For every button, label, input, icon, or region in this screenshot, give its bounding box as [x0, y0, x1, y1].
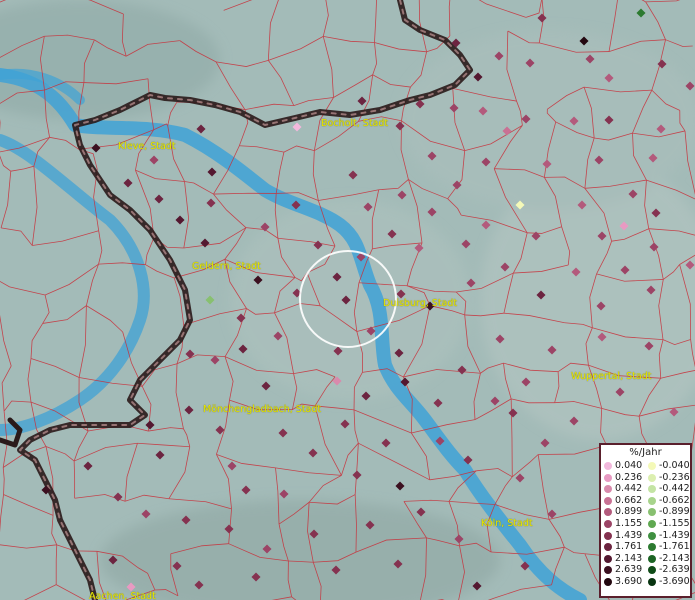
legend-swatch-negative — [648, 566, 656, 575]
map-canvas[interactable] — [0, 0, 695, 600]
legend-value-positive: 0.899 — [615, 506, 643, 518]
legend-swatch-positive — [604, 577, 612, 586]
legend-row: 1.439 -1.439 — [601, 530, 690, 542]
legend-value-negative: -1.155 — [659, 517, 690, 529]
legend-value-positive: 0.236 — [615, 471, 643, 483]
legend-swatch-positive — [604, 543, 612, 552]
legend-swatch-negative — [648, 473, 656, 482]
legend-swatch-negative — [648, 519, 656, 528]
legend-value-negative: -2.639 — [659, 564, 690, 576]
city-label-duisburg[interactable]: Duisburg, Stadt — [383, 298, 457, 309]
legend-swatch-positive — [604, 485, 612, 494]
city-label-koeln[interactable]: Köln, Stadt — [481, 518, 533, 529]
city-label-aachen[interactable]: Aachen, Stadt — [89, 591, 156, 600]
legend-value-positive: 1.155 — [615, 517, 643, 529]
legend-swatch-positive — [604, 462, 612, 470]
legend-value-positive: 1.439 — [615, 529, 643, 541]
city-label-geldern[interactable]: Geldern, Stadt — [192, 261, 261, 272]
legend-swatch-positive — [604, 473, 612, 482]
legend-title: %/Jahr — [629, 447, 662, 458]
legend-swatch-negative — [648, 531, 656, 540]
legend-row: 3.690 -3.690 — [601, 576, 690, 588]
legend-row: 1.155 -1.155 — [601, 518, 690, 530]
legend-swatch-positive — [604, 566, 612, 575]
legend-value-negative: -0.442 — [659, 483, 690, 495]
legend-swatch-positive — [604, 508, 612, 517]
legend-row: 0.899 -0.899 — [601, 506, 690, 518]
legend-value-negative: -0.040 — [659, 460, 690, 471]
legend-row: 2.639 -2.639 — [601, 564, 690, 576]
legend-row: 2.143 -2.143 — [601, 553, 690, 565]
legend-row: 0.442 -0.442 — [601, 483, 690, 495]
legend-value-negative: -1.761 — [659, 541, 690, 553]
legend-swatch-positive — [604, 519, 612, 528]
legend-rows: 0.040 -0.040 0.236 -0.236 0.442 -0.442 0.662 -0… — [601, 460, 690, 588]
legend-swatch-negative — [648, 508, 656, 517]
legend-swatch-negative — [648, 554, 656, 563]
city-label-kleve[interactable]: Kleve, Stadt — [118, 141, 176, 152]
legend-value-negative: -1.439 — [659, 529, 690, 541]
legend-swatch-negative — [648, 496, 656, 505]
legend-swatch-negative — [648, 577, 656, 586]
map-legend: %/Jahr 0.040 -0.040 0.236 -0.236 0.442 -0.442… — [599, 443, 692, 598]
city-label-moenchengladbach[interactable]: Mönchengladbach, Stadt — [203, 404, 321, 415]
legend-value-negative: -3.690 — [659, 575, 690, 587]
legend-row: 0.236 -0.236 — [601, 472, 690, 484]
legend-swatch-negative — [648, 462, 656, 470]
legend-value-positive: 0.662 — [615, 494, 643, 506]
legend-value-positive: 2.143 — [615, 552, 643, 564]
legend-swatch-positive — [604, 531, 612, 540]
legend-row: 1.761 -1.761 — [601, 541, 690, 553]
legend-swatch-negative — [648, 485, 656, 494]
legend-swatch-positive — [604, 554, 612, 563]
legend-row: 0.662 -0.662 — [601, 495, 690, 507]
legend-value-negative: -2.143 — [659, 552, 690, 564]
city-label-bocholt[interactable]: Bocholt, Stadt — [321, 118, 388, 129]
legend-value-negative: -0.662 — [659, 494, 690, 506]
legend-value-positive: 0.442 — [615, 483, 643, 495]
legend-row: 0.040 -0.040 — [601, 460, 690, 472]
legend-value-positive: 1.761 — [615, 541, 643, 553]
legend-value-negative: -0.236 — [659, 471, 690, 483]
legend-value-positive: 3.690 — [615, 575, 643, 587]
city-label-wuppertal[interactable]: Wuppertal, Stadt — [571, 371, 651, 382]
legend-value-positive: 0.040 — [615, 460, 643, 471]
legend-swatch-negative — [648, 543, 656, 552]
legend-swatch-positive — [604, 496, 612, 505]
legend-value-negative: -0.899 — [659, 506, 690, 518]
map-view[interactable]: Bocholt, Stadt Kleve, Stadt Geldern, Sta… — [0, 0, 695, 600]
legend-value-positive: 2.639 — [615, 564, 643, 576]
